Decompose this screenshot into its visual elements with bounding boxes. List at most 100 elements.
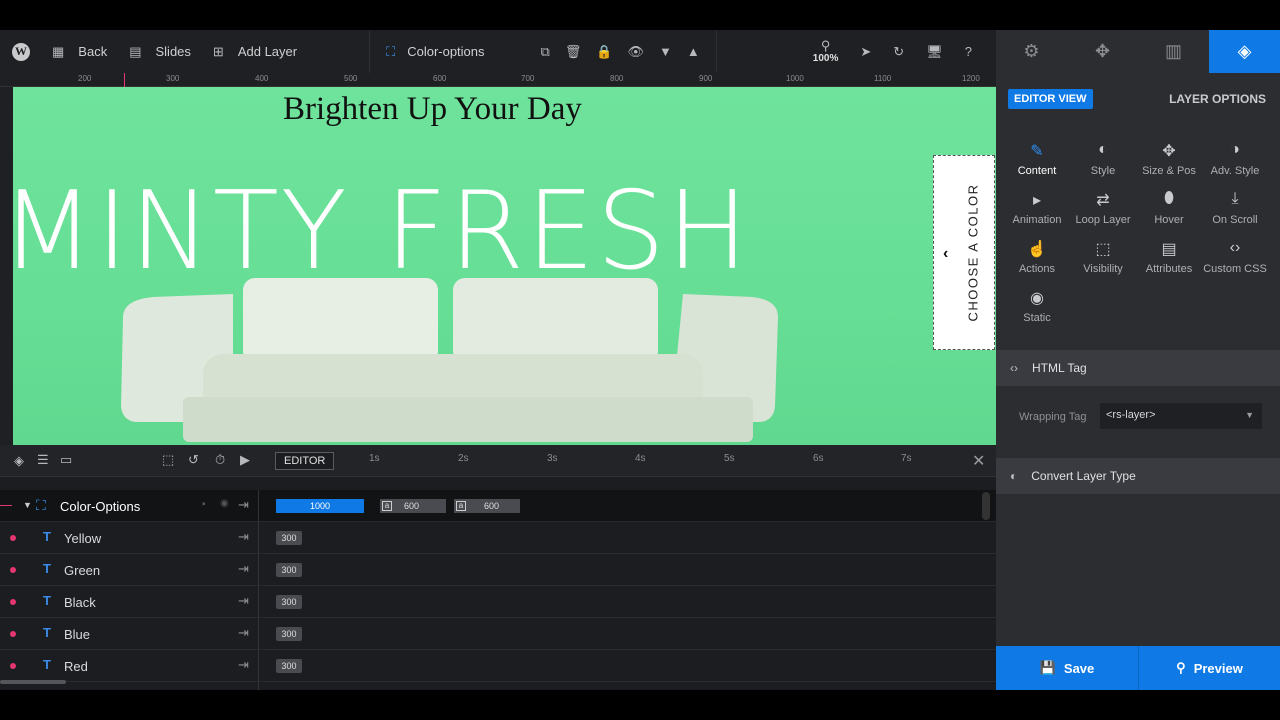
slide-title[interactable]: Brighten Up Your Day (283, 91, 582, 128)
group-layer-icon: ⛶ (36, 497, 46, 513)
option-content[interactable]: ✎ Content (1004, 141, 1070, 177)
text-layer-icon: T (43, 593, 51, 608)
layer-name-display[interactable]: ⛶ Color-options (370, 30, 500, 73)
layer-name[interactable]: Black (64, 595, 96, 610)
navigation-icon: ✥ (1094, 41, 1111, 61)
preview-label: Preview (1193, 660, 1243, 676)
layer-time-bar[interactable]: 300 (276, 627, 302, 641)
arrow-down-icon[interactable]: ▼ (659, 45, 672, 58)
option-size-pos[interactable]: ✥ Size & Pos (1136, 141, 1202, 177)
layers-tab[interactable]: ◈ (1209, 30, 1280, 73)
html-tag-section[interactable]: ‹› HTML Tag (996, 350, 1280, 386)
pin-icon[interactable]: ⇥ (238, 625, 249, 641)
group-name[interactable]: Color-Options (60, 499, 140, 514)
navigation-tab[interactable]: ✥ (1067, 30, 1138, 73)
pointer-icon[interactable]: ➤ (860, 45, 871, 58)
lock-icon[interactable]: ▪ (202, 499, 206, 510)
caret-down-icon[interactable]: ▼ (23, 500, 32, 510)
anim-bar-2[interactable]: a 600 (454, 499, 520, 513)
desktop-icon[interactable]: 🖥 (926, 45, 943, 58)
wrapping-tag-select[interactable]: <rs-layer> ▼ (1100, 403, 1262, 429)
option-on-scroll[interactable]: ⤓ On Scroll (1202, 190, 1268, 226)
layer-name[interactable]: Red (64, 659, 88, 674)
pin-icon[interactable]: ⇥ (238, 529, 249, 545)
save-button[interactable]: 💾 Save (996, 646, 1138, 690)
folder-icon[interactable]: ▭ (60, 453, 72, 466)
save-label: Save (1063, 660, 1095, 676)
list-icon[interactable]: ☰ (37, 453, 49, 466)
anim-bar-1[interactable]: a 600 (380, 499, 446, 513)
layer-time-bar[interactable]: 300 (276, 659, 302, 673)
sofa-image[interactable] (113, 272, 793, 445)
editor-view-badge[interactable]: EDITOR VIEW (1008, 89, 1093, 109)
layer-name[interactable]: Yellow (64, 531, 101, 546)
zoom-control[interactable]: ⚲ 100% (813, 30, 839, 73)
layer-time-bar[interactable]: 300 (276, 531, 302, 545)
layer-name[interactable]: Green (64, 563, 100, 578)
option-label: Size & Pos (1142, 165, 1196, 177)
option-custom-css[interactable]: ‹› Custom CSS (1202, 239, 1268, 275)
option-actions[interactable]: ☝ Actions (1004, 239, 1070, 275)
convert-icon: ◐ (1010, 469, 1018, 483)
main-time-bar[interactable]: 1000 (276, 499, 364, 513)
help-icon[interactable]: ? (965, 45, 972, 58)
option-style[interactable]: ◐ Style (1070, 141, 1136, 177)
option-visibility[interactable]: ⬚ Visibility (1070, 239, 1136, 275)
back-button[interactable]: ▦ Back (42, 30, 117, 73)
timeline-layer-row[interactable]: T Yellow ⇥ 300 (0, 522, 996, 554)
lock-icon[interactable]: 🔒 (596, 45, 612, 58)
select-icon[interactable]: ⬚ (162, 453, 174, 466)
layers-icon[interactable]: ◈ (14, 454, 24, 467)
settings-tab[interactable]: ⚙ (996, 30, 1067, 73)
slide-canvas[interactable]: Brighten Up Your Day MINTY FRESH CHOOSE … (13, 87, 996, 445)
eye-icon[interactable]: ◉ (220, 498, 229, 509)
preview-button[interactable]: ⚲ Preview (1138, 646, 1280, 690)
eye-icon[interactable]: 👁 (628, 45, 645, 58)
trash-icon[interactable]: 🗑 (565, 45, 582, 58)
layer-time-bar[interactable]: 300 (276, 595, 302, 609)
play-icon[interactable]: ▶ (240, 453, 250, 466)
timer-icon[interactable]: ⏱ (215, 453, 225, 466)
option-animation[interactable]: ▸ Animation (1004, 190, 1070, 226)
chevron-left-icon[interactable]: ‹ (943, 245, 948, 263)
anim-marker: a (382, 501, 392, 511)
slides-button[interactable]: ▤ Slides (117, 30, 203, 73)
wordpress-logo[interactable]: W (0, 30, 42, 73)
option-label: Animation (1012, 214, 1062, 226)
duplicate-icon[interactable]: ⧉ (541, 45, 550, 58)
layer-options-title: LAYER OPTIONS (1169, 92, 1266, 106)
timeline-layer-row[interactable]: T Red ⇥ 300 (0, 650, 996, 682)
layer-time-bar[interactable]: 300 (276, 563, 302, 577)
gear-icon: ⚙ (1023, 41, 1040, 61)
option-attributes[interactable]: ▤ Attributes (1136, 239, 1202, 275)
timeline-scrollbar[interactable] (982, 492, 990, 520)
close-icon[interactable]: ✕ (972, 451, 985, 471)
timeline-layer-row[interactable]: T Green ⇥ 300 (0, 554, 996, 586)
option-hover[interactable]: ⬮ Hover (1136, 190, 1202, 226)
option-adv-style[interactable]: ◑ Adv. Style (1202, 141, 1268, 177)
pin-icon[interactable]: ⇥ (238, 593, 249, 609)
ruler-label: 1100 (874, 74, 892, 83)
slide-tab[interactable]: ▥ (1138, 30, 1209, 73)
timeline-layer-row[interactable]: T Blue ⇥ 300 (0, 618, 996, 650)
loop-icon: ⇄ (1096, 192, 1110, 209)
scroll-icon: ⤓ (1231, 190, 1239, 207)
add-layer-button[interactable]: ⊞ Add Layer (203, 30, 311, 73)
layer-name[interactable]: Blue (64, 627, 90, 642)
text-layer-icon: T (43, 529, 51, 544)
arrow-up-icon[interactable]: ▲ (687, 45, 700, 58)
ruler-label: 1200 (962, 74, 980, 83)
option-label: Custom CSS (1203, 263, 1267, 275)
option-static[interactable]: ◉ Static (1004, 288, 1070, 324)
timeline-group-row[interactable]: ▼ ⛶ Color-Options ▪ ◉ ⇥ 1000 a 600 a 600 (0, 490, 996, 522)
pin-icon[interactable]: ⇥ (238, 561, 249, 577)
editor-button[interactable]: EDITOR (275, 452, 335, 470)
undo-icon[interactable]: ↻ (893, 45, 904, 58)
timeline-layer-row[interactable]: T Black ⇥ 300 (0, 586, 996, 618)
horizontal-scrollbar[interactable] (0, 680, 66, 684)
refresh-icon[interactable]: ↺ (188, 453, 199, 466)
pin-icon[interactable]: ⇥ (238, 657, 249, 673)
pin-icon[interactable]: ⇥ (238, 497, 249, 513)
option-loop-layer[interactable]: ⇄ Loop Layer (1070, 190, 1136, 226)
convert-layer-section[interactable]: ◐ Convert Layer Type (996, 458, 1280, 494)
